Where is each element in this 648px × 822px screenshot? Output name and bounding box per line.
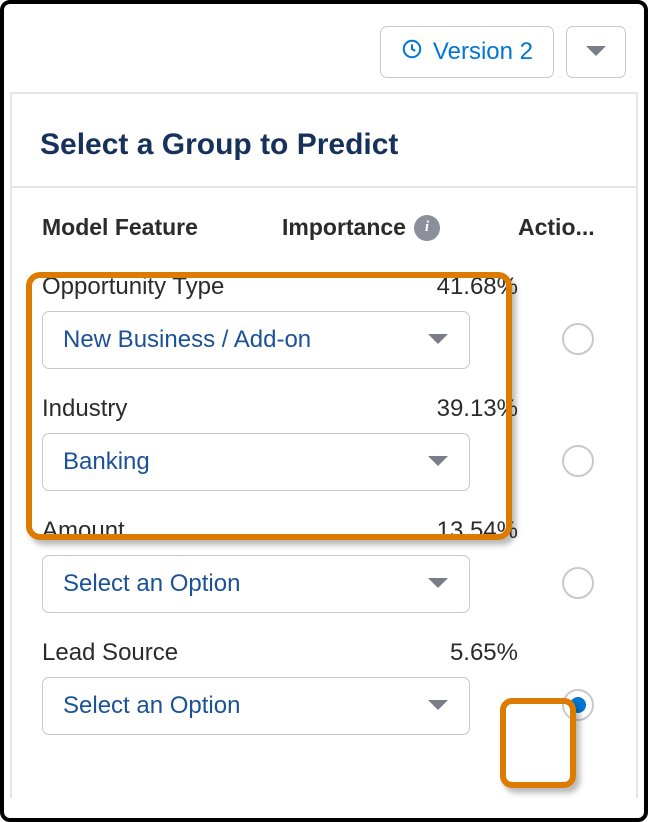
feature-importance: 13.54% — [437, 517, 518, 545]
predict-panel: Select a Group to Predict Model Feature … — [10, 92, 638, 798]
feature-row-opportunity-type: Opportunity Type 41.68% New Business / A… — [42, 261, 606, 383]
col-header-feature: Model Feature — [42, 214, 282, 241]
chevron-down-icon — [427, 699, 449, 713]
version-label: Version 2 — [433, 38, 533, 66]
feature-select-opportunity-type[interactable]: New Business / Add-on — [42, 311, 470, 369]
panel-title: Select a Group to Predict — [12, 94, 636, 188]
feature-list: Opportunity Type 41.68% New Business / A… — [12, 257, 636, 749]
version-dropdown-button[interactable] — [566, 26, 626, 78]
select-value: Select an Option — [63, 692, 240, 720]
feature-name: Amount — [42, 517, 437, 545]
feature-name: Industry — [42, 395, 437, 423]
column-headers: Model Feature Importance i Actio... — [12, 188, 636, 257]
select-value: New Business / Add-on — [63, 326, 311, 354]
col-header-importance: Importance i — [282, 214, 518, 241]
feature-select-lead-source[interactable]: Select an Option — [42, 677, 470, 735]
action-radio-opportunity-type[interactable] — [562, 323, 594, 355]
version-button[interactable]: Version 2 — [380, 26, 554, 78]
feature-importance: 39.13% — [437, 395, 518, 423]
info-icon[interactable]: i — [414, 215, 440, 241]
feature-row-amount: Amount 13.54% Select an Option — [42, 505, 606, 627]
feature-row-industry: Industry 39.13% Banking — [42, 383, 606, 505]
feature-select-amount[interactable]: Select an Option — [42, 555, 470, 613]
chevron-down-icon — [427, 455, 449, 469]
feature-importance: 41.68% — [437, 273, 518, 301]
feature-name: Lead Source — [42, 639, 450, 667]
select-value: Select an Option — [63, 570, 240, 598]
action-radio-industry[interactable] — [562, 445, 594, 477]
clock-icon — [401, 38, 423, 67]
action-radio-amount[interactable] — [562, 567, 594, 599]
action-radio-lead-source[interactable] — [562, 689, 594, 721]
select-value: Banking — [63, 448, 150, 476]
top-toolbar: Version 2 — [4, 4, 644, 92]
feature-select-industry[interactable]: Banking — [42, 433, 470, 491]
chevron-down-icon — [585, 45, 607, 59]
feature-row-lead-source: Lead Source 5.65% Select an Option — [42, 627, 606, 749]
feature-importance: 5.65% — [450, 639, 518, 667]
feature-name: Opportunity Type — [42, 273, 437, 301]
chevron-down-icon — [427, 577, 449, 591]
col-header-action: Actio... — [518, 214, 606, 241]
chevron-down-icon — [427, 333, 449, 347]
